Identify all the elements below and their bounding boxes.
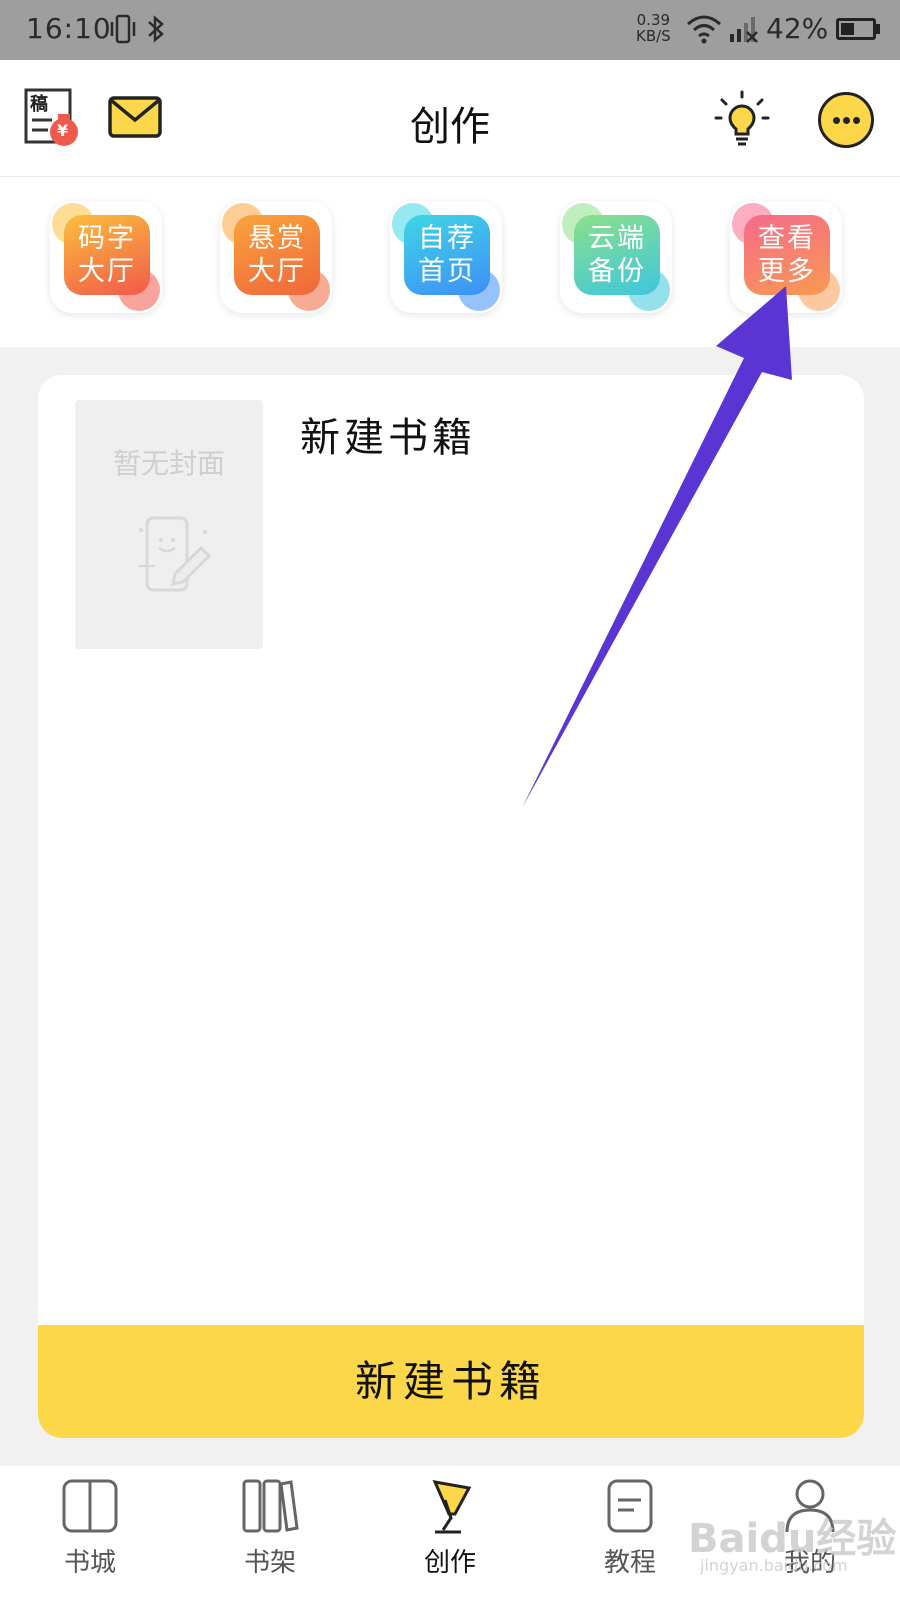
nav-tutorial[interactable]: 教程 bbox=[570, 1478, 690, 1579]
network-speed-unit: KB/S bbox=[636, 27, 671, 45]
quill-pen-icon bbox=[432, 1480, 472, 1534]
bookshelf-icon bbox=[242, 1479, 299, 1533]
quick-actions-row: 码字 大厅 悬赏 大厅 自荐 首页 云端 备份 查看 更多 bbox=[0, 177, 900, 347]
network-speed-value: 0.39 bbox=[636, 11, 671, 29]
open-book-icon bbox=[62, 1479, 118, 1533]
tile-label-line1: 悬赏 bbox=[248, 223, 306, 254]
lightbulb-icon[interactable] bbox=[714, 90, 770, 148]
status-time: 16:10 bbox=[26, 12, 112, 45]
tile-label-line1: 自荐 bbox=[418, 223, 476, 254]
create-book-button[interactable]: 新建书籍 bbox=[38, 1325, 864, 1438]
tile-label-line2: 大厅 bbox=[248, 256, 306, 287]
tile-label-line2: 更多 bbox=[758, 256, 816, 287]
phone-pen-icon bbox=[139, 516, 212, 592]
tile-self-recommend[interactable]: 自荐 首页 bbox=[390, 201, 502, 313]
wifi-icon bbox=[687, 15, 721, 44]
tile-typing-hall[interactable]: 码字 大厅 bbox=[50, 201, 162, 313]
battery-percent: 42% bbox=[766, 12, 829, 45]
nav-bookshelf-label: 书架 bbox=[243, 1548, 296, 1578]
book-title[interactable]: 新建书籍 bbox=[300, 405, 476, 463]
vibrate-icon bbox=[110, 14, 136, 44]
status-bar: 16:10 0.39 KB/S 42% bbox=[0, 0, 900, 60]
cover-placeholder-text: 暂无封面 bbox=[112, 447, 225, 480]
tile-self-recommend-label: 自荐 首页 bbox=[404, 215, 490, 295]
nav-bookstore[interactable]: 书城 bbox=[30, 1478, 150, 1579]
app-header: 稿 ¥ 创作 bbox=[0, 60, 900, 177]
tile-cloud-backup-label: 云端 备份 bbox=[574, 215, 660, 295]
tile-label-line2: 首页 bbox=[418, 256, 476, 287]
nav-tutorial-label: 教程 bbox=[603, 1548, 656, 1578]
tile-label-line2: 备份 bbox=[588, 256, 646, 287]
nav-bookstore-label: 书城 bbox=[63, 1548, 116, 1578]
document-icon bbox=[607, 1479, 653, 1533]
tile-label-line1: 云端 bbox=[588, 223, 646, 254]
tile-label-line2: 大厅 bbox=[78, 256, 136, 287]
tile-bounty-hall[interactable]: 悬赏 大厅 bbox=[220, 201, 332, 313]
tile-bounty-hall-label: 悬赏 大厅 bbox=[234, 215, 320, 295]
battery-icon bbox=[836, 18, 876, 40]
tile-cloud-backup[interactable]: 云端 备份 bbox=[560, 201, 672, 313]
network-speed: 0.39 KB/S bbox=[636, 12, 671, 44]
nav-create-label: 创作 bbox=[423, 1548, 476, 1578]
nav-create[interactable]: 创作 bbox=[390, 1478, 510, 1579]
watermark-sub: jingyan.baidu.com bbox=[700, 1556, 848, 1575]
tile-view-more[interactable]: 查看 更多 bbox=[730, 201, 842, 313]
signal-icon bbox=[730, 17, 758, 43]
battery-fill bbox=[841, 23, 854, 35]
tile-label-line1: 码字 bbox=[78, 223, 136, 254]
more-options-icon[interactable] bbox=[818, 92, 874, 148]
nav-bookshelf[interactable]: 书架 bbox=[210, 1478, 330, 1579]
battery-cap bbox=[876, 24, 880, 34]
book-card: 暂无封面 新建书籍 新建书籍 bbox=[38, 375, 864, 1438]
tile-view-more-label: 查看 更多 bbox=[744, 215, 830, 295]
book-cover-placeholder[interactable]: 暂无封面 bbox=[75, 400, 263, 649]
tile-typing-hall-label: 码字 大厅 bbox=[64, 215, 150, 295]
bluetooth-icon bbox=[148, 15, 164, 43]
tile-label-line1: 查看 bbox=[758, 223, 816, 254]
